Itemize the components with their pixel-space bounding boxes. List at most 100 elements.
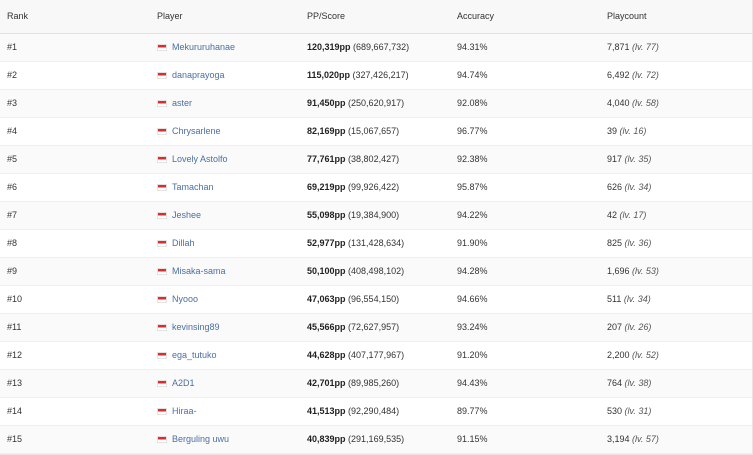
accuracy-value: 91.90% [457,238,488,248]
player-cell: Berguling uwu [150,425,300,454]
player-link[interactable]: kevinsing89 [172,322,220,332]
playcount-cell: 917 (lv. 35) [600,145,752,174]
player-header: Player [150,0,300,34]
pp-value: 77,761pp [307,154,346,164]
level-value: (lv. 31) [624,406,652,416]
rank-cell: #7 [0,201,150,230]
pp-score-cell: 40,839pp (291,169,535) [300,425,450,454]
playcount-value: 39 [607,126,618,136]
table-row: #2 danaprayoga 115,020pp (327,426,217) 94.7… [0,61,752,90]
pp-score-cell: 42,701pp (89,985,260) [300,369,450,398]
playcount-cell: 207 (lv. 26) [600,313,752,342]
table-row: #5 Lovely Astolfo 77,761pp (38,802,427) 92.… [0,145,752,174]
table-row: #14 Hiraa- 41,513pp (92,290,484) 89.77% 530 … [0,397,752,426]
rank-value: #2 [7,70,18,80]
player-link[interactable]: Berguling uwu [172,434,229,444]
indonesia-flag-icon [157,72,167,79]
playcount-cell: 39 (lv. 16) [600,117,752,146]
level-value: (lv. 26) [624,322,652,332]
indonesia-flag-icon [157,352,167,359]
player-cell: Jeshee [150,201,300,230]
player-link[interactable]: ega_tutuko [172,350,217,360]
player-link[interactable]: Misaka-sama [172,266,226,276]
accuracy-value: 91.15% [457,434,488,444]
rank-cell: #15 [0,425,150,454]
pp-value: 50,100pp [307,266,346,276]
accuracy-cell: 94.66% [450,285,600,314]
rank-cell: #14 [0,397,150,426]
score-value: (96,554,150) [348,294,400,304]
rank-value: #3 [7,98,18,108]
rank-value: #10 [7,294,23,304]
table-header: Rank Player PP/Score Accuracy Playcount [0,0,752,34]
rank-value: #14 [7,406,23,416]
player-link[interactable]: danaprayoga [172,70,225,80]
playcount-value: 42 [607,210,618,220]
rank-cell: #4 [0,117,150,146]
indonesia-flag-icon [157,128,167,135]
accuracy-value: 92.38% [457,154,488,164]
playcount-value: 511 [607,294,622,304]
rank-cell: #6 [0,173,150,202]
player-link[interactable]: Dillah [172,238,195,248]
indonesia-flag-icon [157,100,167,107]
playcount-cell: 4,040 (lv. 58) [600,89,752,118]
indonesia-flag-icon [157,436,167,443]
player-cell: Nyooo [150,285,300,314]
indonesia-flag-icon [157,240,167,247]
leaderboard-panel: Rank Player PP/Score Accuracy Playcount … [0,0,753,455]
pp-value: 42,701pp [307,378,346,388]
pp-value: 47,063pp [307,294,346,304]
rank-cell: #2 [0,61,150,90]
player-link[interactable]: A2D1 [172,378,195,388]
table-row: #9 Misaka-sama 50,100pp (408,498,102) 94.28… [0,257,752,286]
indonesia-flag-icon [157,184,167,191]
playcount-value: 530 [607,406,623,416]
playcount-value: 6,492 [607,70,630,80]
pp-value: 41,513pp [307,406,346,416]
player-cell: Dillah [150,229,300,258]
rank-cell: #10 [0,285,150,314]
playcount-cell: 3,194 (lv. 57) [600,425,752,454]
pp-score-cell: 115,020pp (327,426,217) [300,61,450,90]
pp-value: 55,098pp [307,210,346,220]
playcount-value: 917 [607,154,623,164]
accuracy-cell: 94.74% [450,61,600,90]
accuracy-value: 91.20% [457,350,488,360]
pp-value: 120,319pp [307,42,351,52]
player-link[interactable]: Chrysarlene [172,126,221,136]
player-cell: Mekururuhanae [150,33,300,62]
player-link[interactable]: Mekururuhanae [172,42,235,52]
indonesia-flag-icon [157,380,167,387]
level-value: (lv. 35) [624,154,652,164]
pp-score-cell: 44,628pp (407,177,967) [300,341,450,370]
indonesia-flag-icon [157,44,167,51]
player-link[interactable]: Jeshee [172,210,201,220]
player-link[interactable]: aster [172,98,192,108]
accuracy-cell: 91.15% [450,425,600,454]
pp-score-cell: 50,100pp (408,498,102) [300,257,450,286]
player-cell: Lovely Astolfo [150,145,300,174]
pp-score-cell: 41,513pp (92,290,484) [300,397,450,426]
level-value: (lv. 72) [632,70,659,80]
pp-value: 115,020pp [307,70,351,80]
indonesia-flag-icon [157,408,167,415]
table-row: #15 Berguling uwu 40,839pp (291,169,535) 91… [0,425,752,454]
level-value: (lv. 58) [632,98,659,108]
pp-score-cell: 52,977pp (131,428,634) [300,229,450,258]
indonesia-flag-icon [157,212,167,219]
level-value: (lv. 16) [619,126,647,136]
accuracy-cell: 96.77% [450,117,600,146]
accuracy-cell: 94.43% [450,369,600,398]
playcount-cell: 530 (lv. 31) [600,397,752,426]
player-link[interactable]: Nyooo [172,294,198,304]
pp-value: 40,839pp [307,434,346,444]
pp-score-cell: 55,098pp (19,384,900) [300,201,450,230]
rank-cell: #1 [0,33,150,62]
level-value: (lv. 34) [624,182,652,192]
playcount-cell: 825 (lv. 36) [600,229,752,258]
rank-header: Rank [0,0,150,34]
player-link[interactable]: Lovely Astolfo [172,154,228,164]
player-link[interactable]: Tamachan [172,182,214,192]
player-link[interactable]: Hiraa- [172,406,197,416]
